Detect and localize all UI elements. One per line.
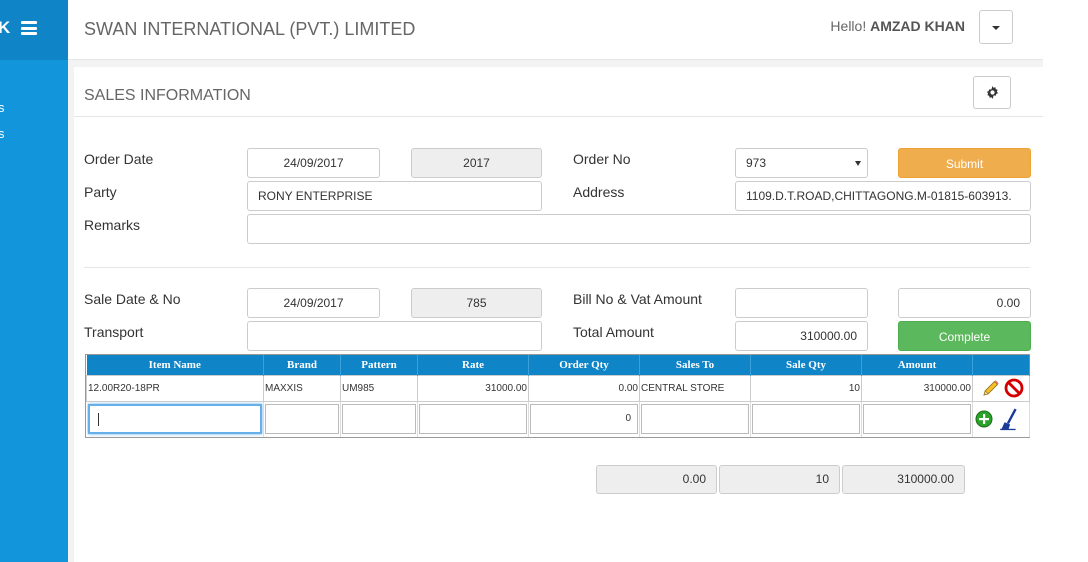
caret-down-icon (992, 26, 1000, 30)
divider (84, 267, 1030, 268)
column-header: Amount (861, 355, 973, 375)
remarks-input[interactable] (247, 214, 1031, 244)
transport-input[interactable] (247, 321, 542, 351)
cell-sale-qty: 10 (750, 374, 862, 402)
transport-label: Transport (84, 324, 144, 340)
address-label: Address (573, 184, 625, 200)
column-header: Sales To (639, 355, 751, 375)
sales-to-input[interactable] (641, 404, 749, 435)
cell-brand: MAXXIS (263, 374, 341, 402)
order-year-field: 2017 (411, 148, 542, 178)
remarks-label: Remarks (84, 217, 141, 233)
cell-sales-to: CENTRAL STORE (639, 374, 751, 402)
gear-icon (986, 86, 999, 99)
column-header: Brand (263, 355, 341, 375)
column-header: Item Name (86, 355, 264, 375)
cell-amount (861, 401, 973, 437)
menu-icon[interactable] (21, 21, 37, 35)
sale-date-input[interactable]: 24/09/2017 (247, 288, 380, 318)
user-greeting: Hello! AMZAD KHAN (830, 18, 965, 34)
column-header: Order Qty (528, 355, 640, 375)
sales-panel: SALES INFORMATION Order Date 24/09/2017 … (74, 67, 1043, 562)
sale-no-field: 785 (411, 288, 542, 318)
vat-amount-input[interactable]: 0.00 (898, 288, 1031, 318)
sidebar: K s s (0, 0, 68, 562)
pattern-input[interactable] (342, 404, 416, 435)
order-no-label: Order No (573, 151, 631, 167)
page-title: SALES INFORMATION (84, 87, 251, 104)
order-no-value: 973 (746, 156, 767, 170)
sidebar-item-fragment[interactable]: s (0, 126, 5, 141)
address-input[interactable]: 1109.D.T.ROAD,CHITTAGONG.M-01815-603913. (735, 181, 1031, 211)
amount-input[interactable] (863, 404, 971, 435)
bill-vat-label: Bill No & Vat Amount (573, 291, 702, 307)
column-header-actions (972, 355, 1030, 375)
order-qty-input[interactable]: 0 (530, 404, 638, 435)
right-gutter (1043, 0, 1088, 562)
party-label: Party (84, 184, 117, 200)
order-no-select[interactable]: 973 (735, 148, 868, 178)
divider (74, 116, 1043, 117)
sale-qty-input[interactable] (752, 404, 860, 435)
new-item-row: 0 (86, 401, 1030, 437)
total-order-qty: 0.00 (596, 465, 717, 494)
sale-date-label: Sale Date & No (84, 291, 181, 307)
column-header: Rate (417, 355, 529, 375)
cell-sales-to (639, 401, 751, 437)
brand-input[interactable] (265, 404, 339, 435)
total-amount-input[interactable]: 310000.00 (735, 321, 868, 351)
sidebar-brand: K (0, 0, 68, 60)
clear-icon[interactable] (998, 406, 1020, 432)
cell-rate (417, 401, 529, 437)
greeting-text: Hello! (830, 18, 867, 34)
total-sale-qty: 10 (719, 465, 840, 494)
top-header: SWAN INTERNATIONAL (PVT.) LIMITED Hello!… (68, 0, 1043, 60)
pencil-icon[interactable] (981, 378, 1001, 398)
cell-amount: 310000.00 (861, 374, 973, 402)
cell-brand (263, 401, 341, 437)
party-input[interactable]: RONY ENTERPRISE (247, 181, 542, 211)
text-cursor (97, 413, 99, 427)
table-row: 12.00R20-18PR MAXXIS UM985 31000.00 0.00… (86, 374, 1030, 402)
sidebar-item-fragment[interactable]: s (0, 100, 5, 115)
cell-order-qty: 0.00 (528, 374, 640, 402)
rate-input[interactable] (419, 404, 527, 435)
settings-button[interactable] (973, 76, 1011, 109)
complete-button[interactable]: Complete (898, 321, 1031, 351)
order-date-input[interactable]: 24/09/2017 (247, 148, 380, 178)
cell-item-name (86, 401, 264, 437)
column-header: Pattern (340, 355, 418, 375)
brand-fragment: K (0, 18, 11, 37)
cell-pattern: UM985 (340, 374, 418, 402)
cell-actions (972, 401, 1030, 437)
total-amount-sum: 310000.00 (842, 465, 965, 494)
cell-pattern (340, 401, 418, 437)
cell-actions (972, 374, 1030, 402)
cell-order-qty: 0 (528, 401, 640, 437)
cell-item-name: 12.00R20-18PR (86, 374, 264, 402)
sales-items-grid: Item Name Brand Pattern Rate Order Qty S… (85, 354, 1030, 438)
order-date-label: Order Date (84, 151, 154, 167)
total-amount-label: Total Amount (573, 324, 654, 340)
chevron-down-icon (855, 161, 861, 166)
column-header: Sale Qty (750, 355, 862, 375)
user-name: AMZAD KHAN (870, 18, 965, 34)
company-name: SWAN INTERNATIONAL (PVT.) LIMITED (84, 19, 416, 39)
grid-header-row: Item Name Brand Pattern Rate Order Qty S… (86, 355, 1030, 375)
submit-button[interactable]: Submit (898, 148, 1031, 178)
item-name-input[interactable] (87, 404, 262, 435)
cell-rate: 31000.00 (417, 374, 529, 402)
add-icon[interactable] (975, 409, 995, 429)
user-menu-button[interactable] (979, 10, 1013, 44)
delete-icon[interactable] (1004, 378, 1024, 398)
cell-sale-qty (750, 401, 862, 437)
bill-no-input[interactable] (735, 288, 868, 318)
